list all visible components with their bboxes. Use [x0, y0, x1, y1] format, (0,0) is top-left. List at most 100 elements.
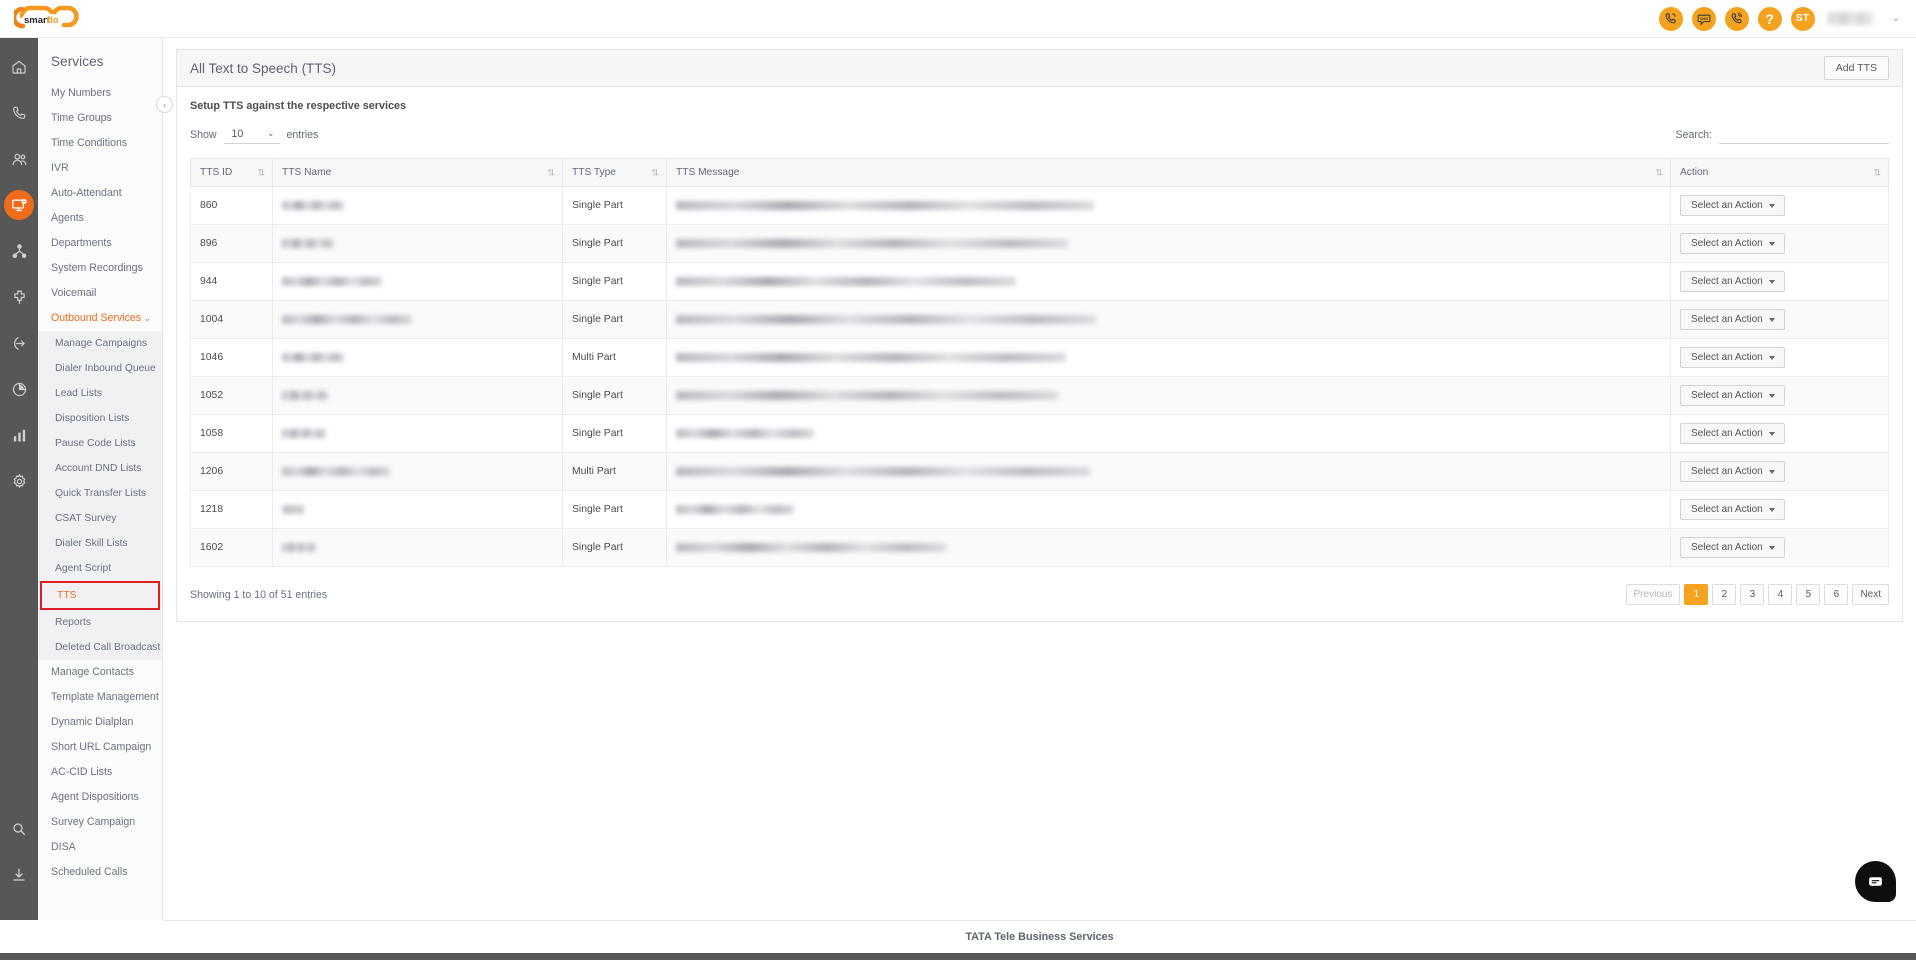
- select-action-dropdown[interactable]: Select an Action: [1680, 271, 1785, 292]
- sidebar-item-scheduled-calls[interactable]: Scheduled Calls: [38, 860, 162, 885]
- sidebar-item-reports[interactable]: Reports: [38, 610, 162, 635]
- sidebar-item-manage-campaigns[interactable]: Manage Campaigns: [38, 331, 162, 356]
- sort-toggle-icon[interactable]: ⇅: [1873, 168, 1881, 177]
- select-action-dropdown[interactable]: Select an Action: [1680, 385, 1785, 406]
- select-action-dropdown[interactable]: Select an Action: [1680, 195, 1785, 216]
- cell-action: Select an Action: [1670, 490, 1889, 529]
- bar-chart-icon[interactable]: [4, 420, 34, 450]
- select-action-dropdown[interactable]: Select an Action: [1680, 309, 1785, 330]
- search-input[interactable]: [1719, 125, 1889, 144]
- services-monitor-icon[interactable]: [4, 190, 34, 220]
- calls-icon[interactable]: [4, 98, 34, 128]
- select-action-dropdown[interactable]: Select an Action: [1680, 461, 1785, 482]
- pie-chart-icon[interactable]: [4, 374, 34, 404]
- caret-down-icon: [1768, 507, 1775, 512]
- sidebar-item-ivr[interactable]: IVR: [38, 156, 162, 181]
- sms-icon[interactable]: SMS: [1691, 6, 1716, 31]
- pagination-page-2[interactable]: 2: [1712, 584, 1737, 605]
- sidebar-item-voicemail[interactable]: Voicemail: [38, 281, 162, 306]
- table-row: 1602 Single Part Select an Action: [190, 528, 1889, 567]
- sidebar-collapse-button[interactable]: ‹: [156, 96, 173, 113]
- avatar[interactable]: ST: [1790, 6, 1815, 31]
- cell-tts-id: 860: [190, 186, 273, 225]
- help-icon[interactable]: ?: [1757, 6, 1782, 31]
- home-icon[interactable]: [4, 52, 34, 82]
- sidebar-item-dialer-inbound-queue[interactable]: Dialer Inbound Queue: [38, 356, 162, 381]
- sidebar-item-pause-code-lists[interactable]: Pause Code Lists: [38, 431, 162, 456]
- cell-tts-type: Single Part: [562, 490, 667, 529]
- sidebar-item-departments[interactable]: Departments: [38, 231, 162, 256]
- sidebar-item-quick-transfer-lists[interactable]: Quick Transfer Lists: [38, 481, 162, 506]
- chat-widget-button[interactable]: [1855, 861, 1896, 902]
- sidebar-item-system-recordings[interactable]: System Recordings: [38, 256, 162, 281]
- sidebar-title: Services: [51, 54, 104, 69]
- sort-toggle-icon[interactable]: ⇅: [547, 168, 555, 177]
- cell-tts-message: [666, 186, 1671, 225]
- call-routing-icon[interactable]: [4, 328, 34, 358]
- select-action-dropdown[interactable]: Select an Action: [1680, 347, 1785, 368]
- sidebar-item-outbound-services[interactable]: Outbound Services ⌄: [38, 306, 162, 331]
- sidebar-item-agent-script[interactable]: Agent Script: [38, 556, 162, 581]
- sidebar-item-csat-survey[interactable]: CSAT Survey: [38, 506, 162, 531]
- column-header-tts-type[interactable]: TTS Type ⇅: [562, 158, 667, 187]
- page-length-select[interactable]: 10 ⌄: [223, 126, 280, 144]
- network-icon[interactable]: [4, 236, 34, 266]
- pagination-page-6[interactable]: 6: [1824, 584, 1849, 605]
- sidebar-item-disa[interactable]: DISA: [38, 835, 162, 860]
- sidebar-item-agents[interactable]: Agents: [38, 206, 162, 231]
- cell-tts-id: 1206: [190, 452, 273, 491]
- users-icon[interactable]: [4, 144, 34, 174]
- column-header-action[interactable]: Action ⇅: [1670, 158, 1889, 187]
- select-action-dropdown[interactable]: Select an Action: [1680, 423, 1785, 444]
- table-head: TTS ID ⇅ TTS Name ⇅ TTS Type ⇅ TTS Message ⇅ Act…: [190, 158, 1889, 187]
- column-header-tts-name[interactable]: TTS Name ⇅: [272, 158, 563, 187]
- settings-gear-icon[interactable]: [4, 466, 34, 496]
- sidebar-item-my-numbers[interactable]: My Numbers: [38, 81, 162, 106]
- select-action-dropdown[interactable]: Select an Action: [1680, 537, 1785, 558]
- select-action-dropdown[interactable]: Select an Action: [1680, 233, 1785, 254]
- sidebar-item-disposition-lists[interactable]: Disposition Lists: [38, 406, 162, 431]
- sort-toggle-icon[interactable]: ⇅: [651, 168, 659, 177]
- sidebar-item-deleted-call-broadcast[interactable]: Deleted Call Broadcast: [38, 635, 162, 660]
- sidebar-item-time-conditions[interactable]: Time Conditions: [38, 131, 162, 156]
- pagination-previous[interactable]: Previous: [1625, 584, 1681, 605]
- sidebar-item-ac-cid-lists[interactable]: AC-CID Lists: [38, 760, 162, 785]
- sidebar-item-dynamic-dialplan[interactable]: Dynamic Dialplan: [38, 710, 162, 735]
- column-header-tts-id[interactable]: TTS ID ⇅: [190, 158, 273, 187]
- dialpad-call-icon[interactable]: [1724, 6, 1749, 31]
- pagination-next[interactable]: Next: [1852, 584, 1889, 605]
- sidebar-item-lead-lists[interactable]: Lead Lists: [38, 381, 162, 406]
- panel-subtitle: Setup TTS against the respective service…: [190, 100, 407, 112]
- pagination-page-5[interactable]: 5: [1796, 584, 1821, 605]
- select-action-dropdown[interactable]: Select an Action: [1680, 499, 1785, 520]
- column-header-tts-message[interactable]: TTS Message ⇅: [666, 158, 1671, 187]
- chevron-down-icon[interactable]: ⌄: [1892, 13, 1900, 24]
- sort-toggle-icon[interactable]: ⇅: [257, 168, 265, 177]
- redacted-text: [282, 391, 328, 400]
- call-icon[interactable]: [1658, 6, 1683, 31]
- sidebar-item-dialer-skill-lists[interactable]: Dialer Skill Lists: [38, 531, 162, 556]
- sort-toggle-icon[interactable]: ⇅: [1655, 168, 1663, 177]
- pagination-page-4[interactable]: 4: [1768, 584, 1793, 605]
- sidebar-item-short-url-campaign[interactable]: Short URL Campaign: [38, 735, 162, 760]
- integrations-icon[interactable]: [4, 282, 34, 312]
- sidebar-item-template-management[interactable]: Template Management: [38, 685, 162, 710]
- cell-tts-type: Single Part: [562, 186, 667, 225]
- sidebar-item-time-groups[interactable]: Time Groups: [38, 106, 162, 131]
- cell-action: Select an Action: [1670, 224, 1889, 263]
- brand-logo[interactable]: smart flo: [0, 0, 160, 38]
- cell-tts-type: Single Part: [562, 224, 667, 263]
- sidebar-item-survey-campaign[interactable]: Survey Campaign: [38, 810, 162, 835]
- sidebar-item-manage-contacts[interactable]: Manage Contacts: [38, 660, 162, 685]
- pagination-page-1[interactable]: 1: [1684, 584, 1709, 605]
- search-icon[interactable]: [4, 814, 34, 844]
- sidebar-item-auto-attendant[interactable]: Auto-Attendant: [38, 181, 162, 206]
- sidebar-item-tts[interactable]: TTS: [40, 581, 160, 610]
- sidebar-item-account-dnd-lists[interactable]: Account DND Lists: [38, 456, 162, 481]
- cell-tts-type: Single Part: [562, 528, 667, 567]
- download-icon[interactable]: [4, 860, 34, 890]
- sidebar-item-agent-dispositions[interactable]: Agent Dispositions: [38, 785, 162, 810]
- pagination-page-3[interactable]: 3: [1740, 584, 1765, 605]
- cell-tts-name: [272, 262, 563, 301]
- add-tts-button[interactable]: Add TTS: [1823, 56, 1889, 80]
